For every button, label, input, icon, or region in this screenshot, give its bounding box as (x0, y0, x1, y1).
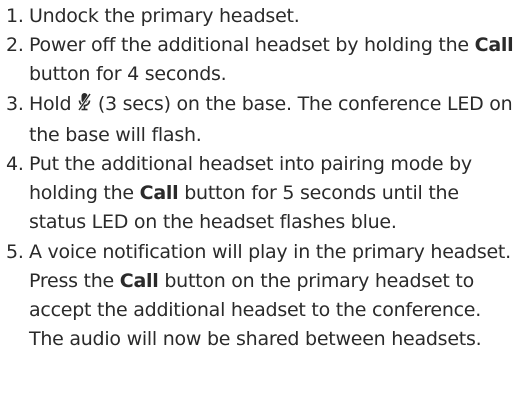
step-3: 3. Hold (3 secs) on the base. The confer… (6, 90, 518, 150)
step-4: 4. Put the additional headset into pairi… (6, 150, 518, 238)
step-text-part: Hold (29, 92, 78, 115)
step-1: 1. Undock the primary headset. (6, 2, 518, 31)
instruction-list: 1. Undock the primary headset. 2. Power … (6, 2, 518, 354)
step-number: 3. (6, 92, 24, 115)
step-text: A voice notification will play in the pr… (29, 238, 518, 355)
step-number: 4. (6, 153, 24, 176)
step-text-part: button for 4 seconds. (29, 63, 227, 86)
mic-mute-icon (77, 92, 92, 121)
step-text-part: Undock the primary headset. (29, 5, 300, 27)
step-text: Power off the additional headset by hold… (29, 31, 518, 89)
call-button-label: Call (139, 182, 179, 205)
step-text-part: (3 secs) on the base. The conference LED… (29, 92, 513, 146)
step-text: Hold (3 secs) on the base. The conferenc… (29, 90, 518, 150)
step-number: 2. (6, 34, 24, 57)
call-button-label: Call (474, 34, 514, 57)
step-text-part: Power off the additional headset by hold… (29, 34, 475, 57)
step-5: 5. A voice notification will play in the… (6, 238, 518, 355)
step-number: 1. (6, 5, 24, 27)
step-2: 2. Power off the additional headset by h… (6, 31, 518, 89)
call-button-label: Call (119, 269, 159, 292)
step-text: Undock the primary headset. (29, 2, 518, 31)
step-text: Put the additional headset into pairing … (29, 150, 518, 238)
step-number: 5. (6, 240, 24, 263)
